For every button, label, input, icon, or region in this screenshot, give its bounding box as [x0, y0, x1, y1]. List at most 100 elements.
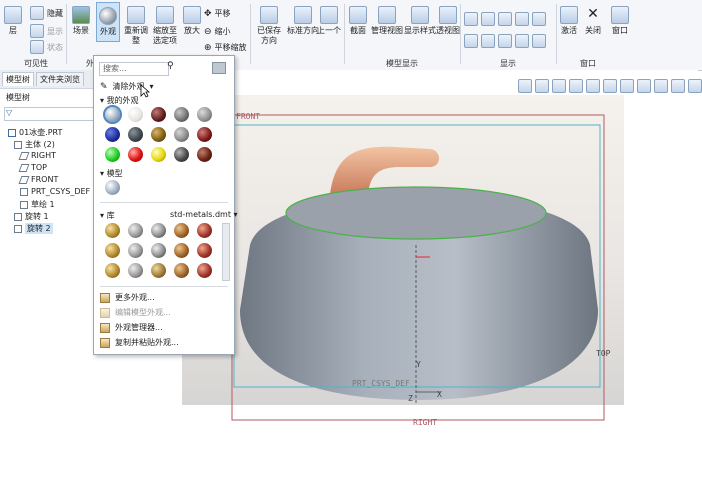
plane-display-icon[interactable] [464, 12, 478, 26]
tree-item-body[interactable]: 主体 (2) [14, 139, 55, 150]
refit-icon [127, 6, 145, 24]
swatch-yellow[interactable] [151, 147, 166, 162]
scene-icon [72, 6, 90, 24]
refit-icon[interactable] [518, 79, 532, 93]
hide-button[interactable]: 隐藏 [30, 6, 63, 20]
copy-paste-appearance-item[interactable]: 复制并粘贴外观... [100, 337, 179, 348]
swatch-dark-red[interactable] [151, 107, 166, 122]
tree-item-right[interactable]: RIGHT [18, 151, 56, 160]
swatch-steel[interactable] [151, 223, 166, 238]
swatch-textured-dark[interactable] [174, 147, 189, 162]
swatch-gold[interactable] [105, 243, 120, 258]
swatch-green[interactable] [105, 147, 120, 162]
previous-view-button[interactable]: 上一个 [317, 6, 341, 36]
display-style-button[interactable]: 显示样式 [404, 6, 436, 36]
pan-button[interactable]: ✥ 平移 [204, 8, 231, 19]
axis-tag-icon[interactable] [481, 34, 495, 48]
swatch-charcoal[interactable] [128, 127, 143, 142]
swatch-bronze-metal[interactable] [174, 243, 189, 258]
swatch-silver[interactable] [128, 243, 143, 258]
more-appearances-item[interactable]: 更多外观... [100, 292, 155, 303]
swatch-nickel[interactable] [151, 243, 166, 258]
tree-filter-input[interactable] [4, 107, 98, 121]
swatch-grey-3[interactable] [174, 127, 189, 142]
point-display-icon[interactable] [498, 12, 512, 26]
swatch-copper[interactable] [174, 223, 189, 238]
swatch-white[interactable] [128, 107, 143, 122]
display-style-icon[interactable] [620, 79, 634, 93]
axis-display-icon[interactable] [481, 12, 495, 26]
tree-item-revolve-1[interactable]: 旋转 1 [14, 211, 49, 222]
tab-file-browser[interactable]: 文件夹浏览 [36, 72, 84, 86]
activate-button[interactable]: 激活 [560, 6, 578, 36]
library-file-select[interactable]: std-metals.dmt ▾ [170, 210, 238, 219]
window-button[interactable]: 窗口 [611, 6, 629, 36]
datum-display-icon[interactable] [637, 79, 651, 93]
zoom-in-icon[interactable] [535, 79, 549, 93]
zoom-in-button[interactable]: 放大 [183, 6, 201, 36]
swatch-rose-metal[interactable] [197, 243, 212, 258]
appearance-button[interactable]: 外观 [96, 2, 120, 42]
tree-item-part[interactable]: 01冰壶.PRT [8, 127, 62, 138]
swatch-chrome-2[interactable] [128, 263, 143, 278]
library-scrollbar[interactable] [222, 223, 230, 281]
perspective-button[interactable]: 透视图 [436, 6, 460, 36]
swatch-blue[interactable] [105, 127, 120, 142]
zoom-to-selected-button[interactable]: 缩放至选定项 [150, 6, 180, 46]
tree-item-sketch[interactable]: 草绘 1 [20, 199, 55, 210]
swatch-brass-2[interactable] [105, 263, 120, 278]
zoom-out-button[interactable]: ⊖ 缩小 [204, 26, 231, 37]
repaint-icon[interactable] [569, 79, 583, 93]
zoom-out-icon[interactable] [552, 79, 566, 93]
pan-zoom-button[interactable]: ⊕ 平移缩放 [204, 42, 247, 53]
status-button[interactable]: 状态 [30, 40, 63, 54]
swatch-bronze[interactable] [151, 127, 166, 142]
swatch-titanium[interactable] [151, 263, 166, 278]
point-tag-icon[interactable] [498, 34, 512, 48]
edit-model-appearances-item[interactable]: 编辑模型外观... [100, 307, 171, 318]
regenerate-button[interactable]: 重新调整 [123, 6, 149, 46]
zoom-out-icon: ⊖ [204, 26, 212, 37]
pan-icon[interactable] [586, 79, 600, 93]
view-options-icon[interactable] [212, 62, 226, 74]
show-button[interactable]: 显示 [30, 24, 63, 38]
standard-orientation-button[interactable]: 标准方向 [287, 6, 319, 36]
plane-tag-icon[interactable] [464, 34, 478, 48]
datum-plane-icon [18, 151, 30, 160]
close-window-button[interactable]: ✕ 关闭 [584, 6, 602, 36]
csys-display-icon[interactable] [515, 12, 529, 26]
saved-orientations-button[interactable]: 已保存方向 [254, 6, 284, 46]
tree-item-revolve-2[interactable]: 旋转 2 [14, 223, 53, 234]
annotation-icon[interactable] [654, 79, 668, 93]
view-manager-icon[interactable] [688, 79, 702, 93]
swatch-red-metal-2[interactable] [197, 263, 212, 278]
swatch-red-metal[interactable] [197, 223, 212, 238]
swatch-brass[interactable] [105, 223, 120, 238]
scene-button[interactable]: 场景 [72, 6, 90, 36]
manage-views-button[interactable]: 管理视图 [371, 6, 403, 36]
tree-item-front[interactable]: FRONT [18, 175, 58, 184]
swatch-red[interactable] [128, 147, 143, 162]
swatch-chrome[interactable] [128, 223, 143, 238]
section-button[interactable]: 截面 [349, 6, 367, 36]
swatch-maroon[interactable] [197, 127, 212, 142]
tree-item-csys[interactable]: PRT_CSYS_DEF [20, 187, 90, 196]
layer-button[interactable]: 层 [4, 6, 22, 36]
swatch-light-blue[interactable] [103, 105, 122, 124]
swatch-grey-1[interactable] [174, 107, 189, 122]
search-icon[interactable]: ⚲ [167, 61, 174, 71]
annotation-display-icon[interactable] [532, 12, 546, 26]
csys-tag-icon[interactable] [515, 34, 529, 48]
appearance-manager-item[interactable]: 外观管理器... [100, 322, 163, 333]
swatch-copper-2[interactable] [174, 263, 189, 278]
saved-views-icon[interactable] [603, 79, 617, 93]
swatch-textured-brown[interactable] [197, 147, 212, 162]
tab-model-tree[interactable]: 模型树 [2, 72, 34, 86]
filter-icon: ▽ [6, 108, 13, 117]
spin-center-icon[interactable] [532, 34, 546, 48]
swatch-model-appearance[interactable] [105, 180, 120, 195]
appearance-search-input[interactable]: 搜索... [99, 62, 169, 76]
swatch-grey-2[interactable] [197, 107, 212, 122]
tree-item-top[interactable]: TOP [18, 163, 47, 172]
spin-center-icon[interactable] [671, 79, 685, 93]
